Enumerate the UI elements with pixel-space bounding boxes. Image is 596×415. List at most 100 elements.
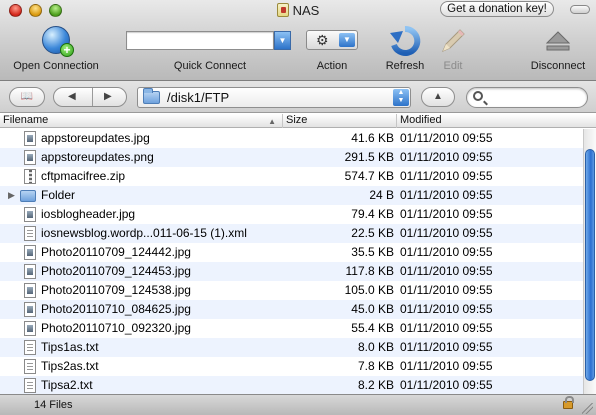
table-row[interactable]: Photo20110709_124442.jpg 35.5 KB 01/11/201… bbox=[0, 243, 583, 262]
status-bar: 14 Files bbox=[0, 394, 596, 415]
column-header-size-label: Size bbox=[286, 114, 308, 126]
column-header-size[interactable]: Size bbox=[283, 114, 397, 128]
quick-connect-input[interactable] bbox=[126, 31, 274, 50]
table-header: Filename ▲ Size Modified bbox=[0, 114, 596, 128]
file-name: Tips1as.txt bbox=[41, 340, 99, 354]
table-row[interactable]: Photo20110710_092320.jpg 55.4 KB 01/11/201… bbox=[0, 319, 583, 338]
action-menu-button[interactable]: ⚙ ▼ bbox=[306, 30, 358, 50]
image-file-icon bbox=[24, 207, 36, 222]
table-row[interactable]: ▶ Folder 24 B 01/11/2010 09:55 bbox=[0, 186, 583, 205]
scrollbar-thumb[interactable] bbox=[585, 149, 595, 381]
refresh-icon[interactable] bbox=[389, 25, 421, 57]
text-file-icon bbox=[24, 340, 36, 355]
resize-grip-icon[interactable] bbox=[582, 403, 593, 414]
file-size: 79.4 KB bbox=[351, 207, 394, 221]
file-name: Photo20110710_092320.jpg bbox=[41, 321, 191, 335]
file-size: 55.4 KB bbox=[351, 321, 394, 335]
current-path: /disk1/FTP bbox=[167, 90, 230, 105]
file-modified: 01/11/2010 09:55 bbox=[400, 245, 493, 259]
folder-icon bbox=[143, 88, 160, 104]
path-select[interactable]: /disk1/FTP ▲ ▼ bbox=[137, 87, 411, 108]
file-modified: 01/11/2010 09:55 bbox=[400, 150, 493, 164]
table-row[interactable]: iosnewsblog.wordp...011-06-15 (1).xml 22.… bbox=[0, 224, 583, 243]
file-list: appstoreupdates.jpg 41.6 KB 01/11/2010 09:… bbox=[0, 129, 583, 394]
disconnect-label[interactable]: Disconnect bbox=[526, 60, 590, 72]
file-size: 574.7 KB bbox=[344, 169, 394, 183]
search-icon bbox=[473, 91, 483, 101]
up-arrow-icon: ▲ bbox=[433, 91, 443, 102]
file-size: 8.2 KB bbox=[357, 378, 394, 392]
image-file-icon bbox=[24, 283, 36, 298]
table-row[interactable]: Photo20110709_124538.jpg 105.0 KB 01/11/20… bbox=[0, 281, 583, 300]
search-field[interactable] bbox=[466, 87, 588, 108]
file-size: 7.8 KB bbox=[357, 359, 394, 373]
table-row[interactable]: Tips2as.txt 7.8 KB 01/11/2010 09:55 bbox=[0, 357, 583, 376]
table-row[interactable]: Tipsa2.txt 8.2 KB 01/11/2010 09:55 bbox=[0, 376, 583, 394]
file-modified: 01/11/2010 09:55 bbox=[400, 283, 493, 297]
path-stepper-icon[interactable]: ▲ ▼ bbox=[393, 89, 409, 106]
file-modified: 01/11/2010 09:55 bbox=[400, 302, 493, 316]
sort-ascending-icon: ▲ bbox=[268, 117, 276, 126]
table-row[interactable]: Tips1as.txt 8.0 KB 01/11/2010 09:55 bbox=[0, 338, 583, 357]
table-row[interactable]: appstoreupdates.png 291.5 KB 01/11/2010 09… bbox=[0, 148, 583, 167]
navigation-bar: 📖 ◀ ▶ /disk1/FTP ▲ ▼ ▲ bbox=[0, 81, 596, 113]
table-row[interactable]: appstoreupdates.jpg 41.6 KB 01/11/2010 09:… bbox=[0, 129, 583, 148]
refresh-label[interactable]: Refresh bbox=[381, 60, 429, 72]
file-name: Tips2as.txt bbox=[41, 359, 99, 373]
segment-divider bbox=[92, 88, 93, 106]
back-arrow-icon[interactable]: ◀ bbox=[68, 88, 76, 106]
image-file-icon bbox=[24, 302, 36, 317]
edit-label: Edit bbox=[443, 60, 463, 72]
column-header-modified-label: Modified bbox=[400, 114, 442, 126]
file-name: appstoreupdates.png bbox=[41, 150, 154, 164]
donation-key-button[interactable]: Get a donation key! bbox=[440, 1, 554, 17]
quick-connect-dropdown-button[interactable]: ▼ bbox=[274, 31, 291, 50]
forward-arrow-icon[interactable]: ▶ bbox=[104, 88, 112, 106]
image-file-icon bbox=[24, 321, 36, 336]
file-modified: 01/11/2010 09:55 bbox=[400, 226, 493, 240]
column-header-filename[interactable]: Filename ▲ bbox=[0, 114, 283, 128]
table-row[interactable]: cftpmacifree.zip 574.7 KB 01/11/2010 09:55 bbox=[0, 167, 583, 186]
eject-icon[interactable] bbox=[546, 30, 570, 52]
file-modified: 01/11/2010 09:55 bbox=[400, 340, 493, 354]
pencil-icon bbox=[442, 29, 465, 52]
zip-file-icon bbox=[24, 169, 36, 184]
parent-directory-button[interactable]: ▲ bbox=[421, 87, 455, 107]
file-name: Tipsa2.txt bbox=[41, 378, 93, 392]
file-name: Photo20110709_124538.jpg bbox=[41, 283, 191, 297]
file-name: appstoreupdates.jpg bbox=[41, 131, 150, 145]
lock-icon bbox=[563, 396, 574, 409]
image-file-icon bbox=[24, 150, 36, 165]
file-modified: 01/11/2010 09:55 bbox=[400, 131, 493, 145]
image-file-icon bbox=[24, 131, 36, 146]
table-row[interactable]: iosblogheader.jpg 79.4 KB 01/11/2010 09:55 bbox=[0, 205, 583, 224]
table-row[interactable]: Photo20110709_124453.jpg 117.8 KB 01/11/20… bbox=[0, 262, 583, 281]
table-row[interactable]: Photo20110710_084625.jpg 45.0 KB 01/11/201… bbox=[0, 300, 583, 319]
text-file-icon bbox=[24, 359, 36, 374]
file-size: 22.5 KB bbox=[351, 226, 394, 240]
open-connection-label[interactable]: Open Connection bbox=[10, 60, 102, 72]
window-toolbar: NAS Get a donation key! + Open Connectio… bbox=[0, 0, 596, 81]
text-file-icon bbox=[24, 378, 36, 393]
file-modified: 01/11/2010 09:55 bbox=[400, 188, 493, 202]
book-icon: 📖 bbox=[20, 91, 34, 102]
file-size: 41.6 KB bbox=[351, 131, 394, 145]
toolbar-toggle-button[interactable] bbox=[570, 5, 590, 14]
action-label: Action bbox=[316, 60, 348, 72]
file-modified: 01/11/2010 09:55 bbox=[400, 359, 493, 373]
image-file-icon bbox=[24, 264, 36, 279]
file-size: 117.8 KB bbox=[345, 264, 394, 278]
file-modified: 01/11/2010 09:55 bbox=[400, 207, 493, 221]
history-nav-segment: ◀ ▶ bbox=[53, 87, 127, 107]
chevron-down-icon: ▼ bbox=[339, 33, 355, 47]
disclosure-triangle-icon[interactable]: ▶ bbox=[8, 190, 15, 201]
open-connection-icon[interactable]: + bbox=[42, 26, 74, 57]
column-header-filename-label: Filename bbox=[3, 114, 49, 126]
vertical-scrollbar[interactable] bbox=[583, 129, 596, 394]
file-name: iosblogheader.jpg bbox=[41, 207, 136, 221]
bookmarks-button[interactable]: 📖 bbox=[9, 87, 45, 107]
file-size: 8.0 KB bbox=[357, 340, 394, 354]
file-size: 24 B bbox=[369, 188, 394, 202]
file-modified: 01/11/2010 09:55 bbox=[400, 378, 493, 392]
column-header-modified[interactable]: Modified bbox=[397, 114, 596, 128]
